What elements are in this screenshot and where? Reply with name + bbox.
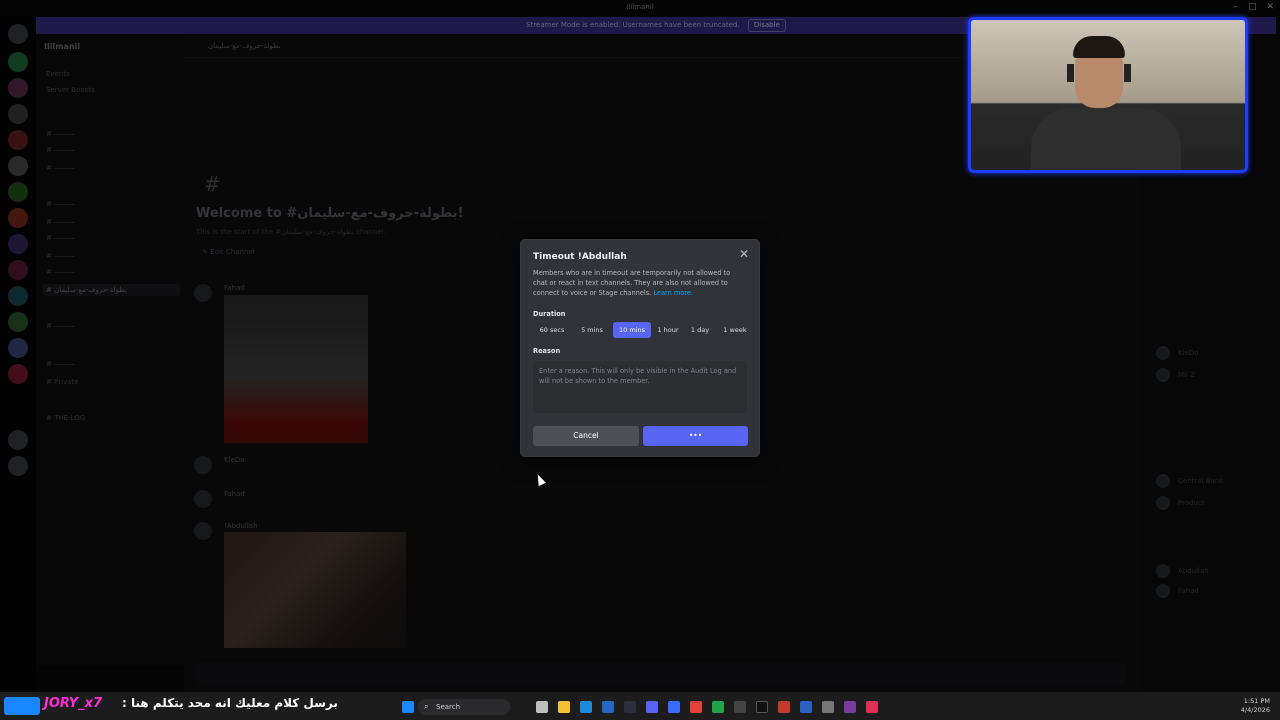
stream-message: برسل كلام معليك انه محد يتكلم هنا :: [122, 696, 338, 710]
streamer-body: [1031, 108, 1181, 170]
start-icon[interactable]: [402, 701, 414, 713]
duration-option[interactable]: 60 secs: [533, 322, 571, 338]
duration-options: 60 secs 5 mins 10 mins 1 hour 1 day 1 we…: [533, 322, 752, 338]
taskbar-search[interactable]: ⌕ Search: [418, 699, 510, 715]
headset-icon: [1067, 64, 1131, 82]
clock-time: 1:51 PM: [1243, 697, 1270, 705]
webcam-overlay: [968, 17, 1248, 173]
modal-description: Members who are in timeout are temporari…: [533, 268, 745, 298]
chrome-icon[interactable]: [690, 701, 702, 713]
description-text: Members who are in timeout are temporari…: [533, 269, 731, 297]
folder-icon[interactable]: [558, 701, 570, 713]
search-icon: ⌕: [424, 702, 429, 711]
modal-title: Timeout !Abdullah: [533, 252, 627, 262]
app-icon[interactable]: [536, 701, 548, 713]
duration-option[interactable]: 5 mins: [575, 322, 609, 338]
app-icon[interactable]: [778, 701, 790, 713]
stream-username: JORY_x7: [44, 696, 103, 711]
close-icon[interactable]: ✕: [739, 247, 749, 261]
app-icon[interactable]: [734, 701, 746, 713]
discord-icon[interactable]: [646, 701, 658, 713]
duration-label: Duration: [533, 310, 566, 318]
duration-option[interactable]: 1 hour: [654, 322, 682, 338]
edge-icon[interactable]: [580, 701, 592, 713]
taskbar: JORY_x7 برسل كلام معليك انه محد يتكلم هن…: [0, 692, 1280, 720]
app-icon[interactable]: [822, 701, 834, 713]
app-icon[interactable]: [866, 701, 878, 713]
app-icon[interactable]: [668, 701, 680, 713]
streamer-hair: [1073, 36, 1125, 58]
cancel-button[interactable]: Cancel: [533, 426, 639, 446]
duration-option[interactable]: 1 week: [718, 322, 752, 338]
app-icon[interactable]: [844, 701, 856, 713]
reason-textarea[interactable]: Enter a reason. This will only be visibl…: [533, 361, 747, 413]
system-clock[interactable]: 1:51 PM 4/4/2026: [1241, 697, 1270, 715]
app-icon[interactable]: [800, 701, 812, 713]
reason-label: Reason: [533, 347, 561, 355]
learn-more-link[interactable]: Learn more.: [653, 289, 693, 297]
steam-icon[interactable]: [624, 701, 636, 713]
store-icon[interactable]: [602, 701, 614, 713]
tiktok-icon[interactable]: [756, 701, 768, 713]
timeout-modal: Timeout !Abdullah ✕ Members who are in t…: [520, 239, 760, 457]
stream-badge-icon: [4, 697, 40, 715]
timeout-confirm-button[interactable]: •••: [643, 426, 748, 446]
clock-date: 4/4/2026: [1240, 706, 1270, 714]
search-label: Search: [436, 703, 461, 711]
duration-option[interactable]: 1 day: [686, 322, 714, 338]
duration-option-selected[interactable]: 10 mins: [613, 322, 651, 338]
xbox-icon[interactable]: [712, 701, 724, 713]
